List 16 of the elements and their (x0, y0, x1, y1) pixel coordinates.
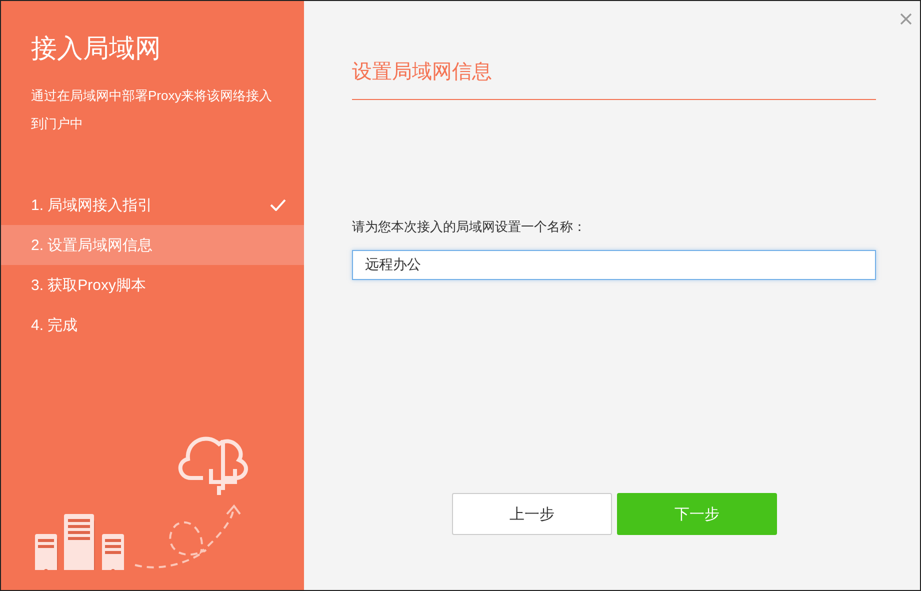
back-button[interactable]: 上一步 (452, 493, 612, 535)
close-icon[interactable] (900, 13, 912, 25)
description: 通过在局域网中部署Proxy来将该网络接入到门户中 (30, 87, 274, 133)
section-heading: 设置局域网信息 (352, 58, 876, 100)
step-item[interactable]: 1. 局域网接入指引 (1, 185, 304, 225)
field-label: 请为您本次接入的局域网设置一个名称： (352, 218, 587, 236)
step-label: 4. 完成 (31, 316, 78, 334)
step-item[interactable]: 2. 设置局域网信息 (1, 225, 304, 265)
step-item[interactable]: 4. 完成 (1, 305, 304, 345)
step-label: 2. 设置局域网信息 (31, 236, 153, 254)
step-label: 1. 局域网接入指引 (31, 196, 153, 214)
step-item[interactable]: 3. 获取Proxy脚本 (1, 265, 304, 305)
next-button[interactable]: 下一步 (617, 493, 777, 535)
dialog-title: 接入局域网 (30, 32, 162, 65)
step-label: 3. 获取Proxy脚本 (31, 276, 146, 294)
name-input-field[interactable]: 远程办公 (352, 250, 876, 280)
